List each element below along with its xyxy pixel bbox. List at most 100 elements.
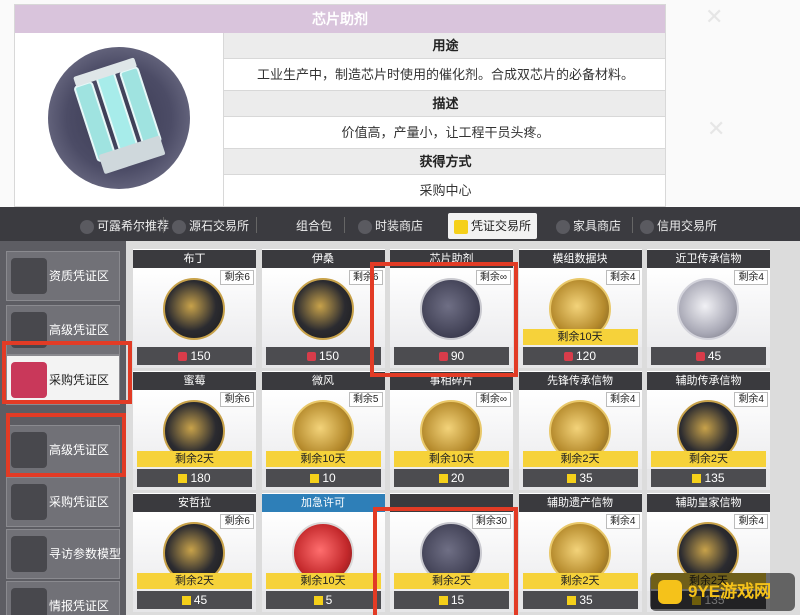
- price-value: 135: [704, 471, 725, 485]
- highlight-box-sidebar-procurement: [2, 341, 132, 404]
- sidebar-item-intel[interactable]: 情报凭证区: [6, 581, 120, 615]
- price-bar: 150: [265, 347, 381, 365]
- shop-item-card[interactable]: 事相碎片 剩余∞ 剩余10天 20: [390, 371, 513, 490]
- procurement-voucher-icon: [563, 352, 573, 362]
- price-bar: 35: [522, 469, 638, 487]
- sidebar-item-qualification[interactable]: 资质凭证区: [6, 251, 120, 301]
- tab-divider: [256, 217, 257, 233]
- tab-divider: [344, 217, 345, 233]
- decorative-cross-icon: ✕: [705, 4, 724, 29]
- price-value: 180: [190, 471, 211, 485]
- guard-token-icon: [677, 278, 739, 340]
- procurement-voucher-icon: [695, 352, 705, 362]
- stock-badge: 剩余5: [348, 392, 383, 407]
- procurement-voucher-icon: [178, 352, 188, 362]
- shop-item-card[interactable]: 先锋传承信物 剩余4 剩余2天 35: [518, 371, 642, 490]
- price-bar: 20: [394, 469, 509, 487]
- source-text: 采购中心: [224, 175, 665, 206]
- tab-divider: [632, 217, 633, 233]
- tab-icon: [640, 219, 654, 234]
- highlight-box-chip-catalyst-2: [373, 507, 518, 615]
- price-value: 150: [318, 349, 340, 363]
- shop-screen: 可露希尔推荐 源石交易所 组合包 时装商店 凭证交易所 家具商店 信用交易所 资…: [0, 207, 800, 615]
- item-title: 芯片助剂: [15, 5, 665, 33]
- price-value: 45: [707, 349, 722, 363]
- sidebar-item-recruit-model[interactable]: 寻访参数模型: [6, 529, 121, 579]
- shop-item-card[interactable]: 辅助传承信物剩余4 剩余2天 135: [647, 371, 770, 490]
- tab-recommend[interactable]: 可露希尔推荐: [80, 213, 169, 239]
- gamepad-logo-icon: [658, 580, 682, 604]
- voucher-icon: [454, 219, 468, 234]
- operator-portrait-icon: [163, 278, 225, 340]
- time-remaining-badge: 剩余2天: [651, 451, 766, 467]
- advanced-voucher-icon: [313, 596, 323, 606]
- procurement-voucher-icon: [11, 484, 47, 520]
- shop-item-card[interactable]: 辅助遗产信物 剩余4 剩余2天 35: [518, 493, 642, 612]
- time-remaining-badge: 剩余10天: [265, 451, 381, 467]
- tab-outfits[interactable]: 时装商店: [358, 213, 423, 239]
- time-remaining-badge: 剩余10天: [522, 329, 638, 345]
- shop-item-card[interactable]: 安哲拉 剩余6 剩余2天 45: [133, 493, 256, 612]
- item-info-table: 用途 工业生产中，制造芯片时使用的催化剂。合成双芯片的必备材料。 描述 价值高，…: [223, 33, 665, 206]
- time-remaining-badge: 剩余2天: [522, 451, 638, 467]
- item-name: 先锋传承信物: [518, 372, 642, 390]
- shop-tab-bar: 可露希尔推荐 源石交易所 组合包 时装商店 凭证交易所 家具商店 信用交易所: [0, 207, 800, 241]
- highlight-box-sidebar-advanced: [6, 413, 126, 477]
- price-value: 45: [193, 593, 208, 607]
- item-name: 伊桑: [261, 250, 385, 268]
- advanced-voucher-icon: [692, 474, 702, 484]
- item-name: 蜜莓: [133, 372, 256, 390]
- shop-item-card[interactable]: 微风 剩余5 剩余10天 10: [261, 371, 385, 490]
- decorative-cross-icon: ✕: [707, 116, 726, 141]
- usage-heading: 用途: [224, 33, 665, 59]
- stock-badge: 剩余4: [734, 270, 768, 285]
- star-emblem-icon: [11, 258, 47, 294]
- wiki-panel: ✕ ✕ 芯片助剂 用途 工业生产中，制造芯片时使用的催化剂。合成双芯片的必备材料…: [0, 0, 800, 207]
- tab-label: 组合包: [296, 219, 333, 233]
- shop-item-card[interactable]: 加急许可 剩余10天 5: [261, 493, 385, 612]
- advanced-voucher-icon: [181, 596, 191, 606]
- shop-item-card[interactable]: 布丁剩余6 150: [133, 249, 256, 368]
- shop-item-card[interactable]: 近卫传承信物 剩余4 45: [647, 249, 770, 368]
- item-image: [15, 33, 223, 206]
- tab-credit[interactable]: 信用交易所: [640, 213, 717, 239]
- tab-icon: [172, 219, 186, 234]
- recruit-model-icon: [11, 536, 47, 572]
- stock-badge: 剩余4: [605, 514, 640, 529]
- item-name: 辅助传承信物: [647, 372, 770, 390]
- sidebar-item-label: 采购凭证区: [49, 495, 110, 509]
- item-name: 辅助遗产信物: [518, 494, 642, 512]
- item-info-card: 芯片助剂 用途 工业生产中，制造芯片时使用的催化剂。合成双芯片的必备材料。 描述…: [14, 4, 666, 207]
- price-bar: 5: [265, 591, 381, 609]
- procurement-voucher-icon: [306, 352, 316, 362]
- item-name: 布丁: [133, 250, 256, 268]
- item-name: 微风: [261, 372, 385, 390]
- stock-badge: 剩余6: [220, 270, 254, 285]
- shop-item-card[interactable]: 伊桑 剩余6 150: [261, 249, 385, 368]
- tab-icon: [80, 219, 94, 234]
- tab-label: 源石交易所: [189, 219, 250, 233]
- item-disc: [48, 47, 190, 189]
- item-name: 辅助皇家信物: [647, 494, 770, 512]
- sidebar-item-label: 情报凭证区: [49, 599, 110, 613]
- time-remaining-badge: 剩余2天: [137, 573, 252, 589]
- stock-badge: 剩余6: [220, 514, 254, 529]
- tab-label: 时装商店: [375, 219, 424, 233]
- price-bar: 150: [137, 347, 252, 365]
- watermark-text: 9YE游戏网: [688, 582, 772, 601]
- stock-badge: 剩余4: [734, 392, 768, 407]
- stock-badge: 剩余4: [605, 270, 640, 285]
- tab-vouchers[interactable]: 凭证交易所: [448, 213, 538, 239]
- sidebar-item-procurement[interactable]: 采购凭证区: [6, 477, 120, 527]
- tab-bundles[interactable]: 组合包: [296, 213, 332, 239]
- stock-badge: 剩余6: [220, 392, 254, 407]
- price-bar: 45: [137, 591, 252, 609]
- tab-originite[interactable]: 源石交易所: [172, 213, 249, 239]
- time-remaining-badge: 剩余2天: [522, 573, 638, 589]
- advanced-voucher-icon: [438, 474, 448, 484]
- advanced-voucher-icon: [567, 596, 577, 606]
- shop-item-card[interactable]: 蜜莓 剩余6 剩余2天 180: [133, 371, 256, 490]
- shop-item-card[interactable]: 模组数据块 剩余4 剩余10天 120: [518, 249, 642, 368]
- advanced-voucher-icon: [567, 474, 577, 484]
- tab-furniture[interactable]: 家具商店: [556, 213, 621, 239]
